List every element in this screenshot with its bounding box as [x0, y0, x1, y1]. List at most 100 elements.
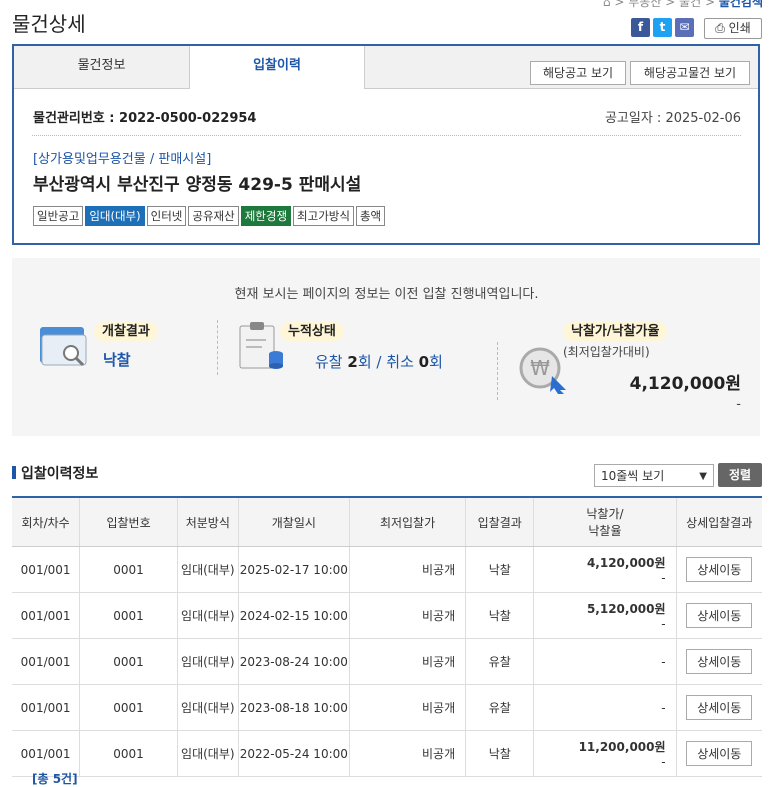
- detail-button[interactable]: 상세이동: [686, 603, 753, 628]
- cell-date: 2024-02-15 10:00: [238, 592, 350, 639]
- mail-icon[interactable]: ✉: [675, 18, 694, 37]
- col-header: 개찰일시: [238, 496, 350, 547]
- cell-round: 001/001: [12, 638, 81, 685]
- divider: [32, 135, 741, 136]
- item-address: 부산광역시 부산진구 양정동 429-5 판매시설: [33, 175, 362, 195]
- cell-result: 낙찰: [465, 546, 535, 593]
- breadcrumb-item[interactable]: 물건: [679, 0, 701, 9]
- cell-result: 유찰: [465, 638, 535, 685]
- price-rate: -: [661, 617, 666, 631]
- cumulative-value: 유찰 2회 / 취소 0회: [315, 351, 443, 372]
- badge-list: 일반공고 임대(대부) 인터넷 공유재산 제한경쟁 최고가방식 총액: [33, 206, 386, 226]
- sort-button[interactable]: 정렬: [718, 463, 762, 487]
- cancel-label: 취소: [386, 353, 414, 371]
- open-result-value: 낙찰: [103, 351, 131, 369]
- detail-button[interactable]: 상세이동: [686, 649, 753, 674]
- tab-bid-history[interactable]: 입찰이력: [190, 46, 365, 89]
- cell-method: 임대(대부): [177, 638, 239, 685]
- price-amount: 4,120,000원: [586, 556, 666, 570]
- breadcrumb-current[interactable]: 물건검색: [719, 0, 763, 9]
- badge: 총액: [355, 206, 386, 226]
- badge: 인터넷: [146, 206, 187, 226]
- detail-button[interactable]: 상세이동: [686, 741, 753, 766]
- badge: 일반공고: [33, 206, 84, 226]
- chevron-down-icon: ▼: [699, 471, 707, 482]
- section-title-text: 입찰이력정보: [21, 466, 99, 482]
- cell-min-price: 비공개: [349, 684, 467, 731]
- table-row: 001/001 0001 임대(대부) 2023-08-18 10:00 비공개…: [12, 684, 762, 731]
- cell-round: 001/001: [12, 592, 81, 639]
- view-notice-items-button[interactable]: 해당공고물건 보기: [630, 61, 750, 85]
- price-amount: 11,200,000원: [578, 740, 666, 754]
- tab-item-info[interactable]: 물건정보: [14, 46, 190, 88]
- cell-min-price: 비공개: [349, 546, 467, 593]
- cell-bid-no: 0001: [79, 546, 178, 593]
- breadcrumb-item[interactable]: 부동산: [628, 0, 661, 9]
- col-header: 상세입찰결과: [676, 496, 762, 547]
- badge: 공유재산: [188, 206, 239, 226]
- page-title: 물건상세: [12, 12, 86, 36]
- share-buttons: f t ✉: [631, 18, 694, 37]
- price-rate: -: [661, 700, 666, 715]
- cell-min-price: 비공개: [349, 730, 467, 777]
- print-label: 인쇄: [728, 21, 751, 35]
- printer-icon: ⎙: [715, 21, 725, 35]
- price-rate: -: [661, 654, 666, 669]
- print-button[interactable]: ⎙ 인쇄: [704, 18, 762, 39]
- cell-detail: 상세이동: [676, 546, 762, 593]
- cell-method: 임대(대부): [177, 730, 239, 777]
- cell-round: 001/001: [12, 546, 81, 593]
- open-result-pill: 개찰결과: [94, 322, 158, 341]
- cancel-unit: 회: [429, 353, 443, 371]
- section-title: 입찰이력정보: [12, 463, 98, 483]
- cell-method: 임대(대부): [177, 546, 239, 593]
- open-result-label: 개찰결과: [94, 320, 158, 341]
- cell-price: 5,120,000원 -: [533, 592, 677, 639]
- page-size-value: 10줄씩 보기: [601, 469, 665, 483]
- history-table: 회차/차수 입찰번호 처분방식 개찰일시 최저입찰가 입찰결과 낙찰가/ 낙찰율…: [12, 496, 762, 777]
- notice-date-label: 공고일자 :: [604, 111, 662, 126]
- twitter-icon[interactable]: t: [653, 18, 672, 37]
- separator: [217, 320, 218, 375]
- page-size-select[interactable]: 10줄씩 보기 ▼: [594, 464, 714, 487]
- detail-button[interactable]: 상세이동: [686, 557, 753, 582]
- col-header: 회차/차수: [12, 496, 81, 547]
- cell-date: 2023-08-18 10:00: [238, 684, 350, 731]
- col-header: 처분방식: [177, 496, 239, 547]
- facebook-icon[interactable]: f: [631, 18, 650, 37]
- notice-date-value: 2025-02-06: [665, 111, 741, 126]
- clipboard-icon: [238, 320, 284, 376]
- item-id-value: 2022-0500-022954: [119, 111, 257, 126]
- section-marker: [12, 466, 16, 479]
- cell-bid-no: 0001: [79, 592, 178, 639]
- home-icon[interactable]: ⌂: [603, 0, 611, 9]
- price-sub: (최저입찰가대비): [563, 345, 650, 359]
- price-label: 낙찰가/낙찰가율: [563, 320, 668, 341]
- breadcrumb: ⌂ > 부동산 > 물건 > 물건검색: [603, 0, 763, 10]
- table-row: 001/001 0001 임대(대부) 2023-08-24 10:00 비공개…: [12, 638, 762, 685]
- cell-date: 2023-08-24 10:00: [238, 638, 350, 685]
- item-id-label: 물건관리번호 :: [33, 111, 115, 126]
- badge: 최고가방식: [293, 206, 354, 226]
- fail-count: 2: [347, 353, 358, 371]
- cell-result: 유찰: [465, 684, 535, 731]
- notice-date: 공고일자 : 2025-02-06: [605, 107, 741, 126]
- cell-date: 2022-05-24 10:00: [238, 730, 350, 777]
- table-header-row: 회차/차수 입찰번호 처분방식 개찰일시 최저입찰가 입찰결과 낙찰가/ 낙찰율…: [12, 496, 762, 547]
- cell-price: 11,200,000원 -: [533, 730, 677, 777]
- cell-result: 낙찰: [465, 730, 535, 777]
- history-notice: 현재 보시는 페이지의 정보는 이전 입찰 진행내역입니다.: [234, 287, 539, 302]
- view-notice-button[interactable]: 해당공고 보기: [530, 61, 626, 85]
- cumulative-label: 누적상태: [280, 320, 344, 341]
- badge: 제한경쟁: [240, 206, 292, 226]
- price-rate: -: [661, 755, 666, 769]
- price-pill: 낙찰가/낙찰가율: [563, 322, 668, 341]
- fail-label: 유찰: [315, 353, 343, 371]
- detail-button[interactable]: 상세이동: [686, 695, 753, 720]
- table-row: 001/001 0001 임대(대부) 2024-02-15 10:00 비공개…: [12, 592, 762, 639]
- price-amount: 5,120,000원: [586, 602, 666, 616]
- badge: 임대(대부): [85, 206, 145, 226]
- cell-detail: 상세이동: [676, 684, 762, 731]
- rate-value: -: [736, 397, 741, 412]
- cell-min-price: 비공개: [349, 638, 467, 685]
